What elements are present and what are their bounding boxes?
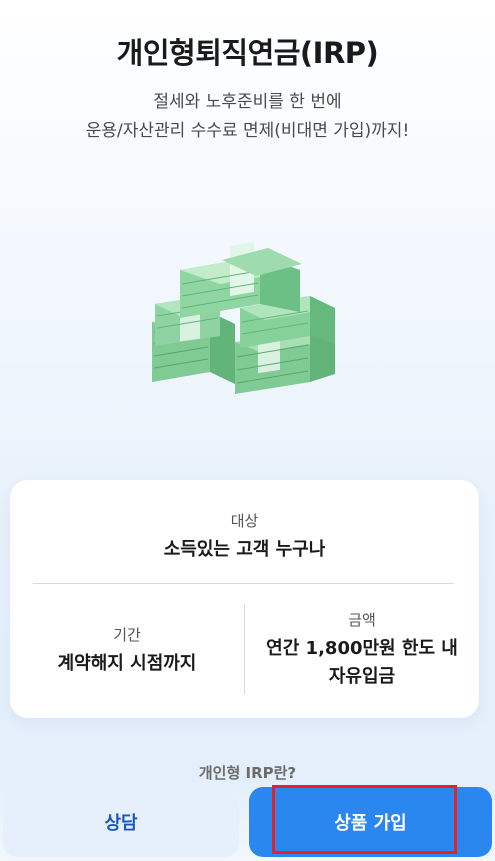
money-stack-icon: [140, 212, 355, 412]
consult-button[interactable]: 상담: [3, 787, 239, 857]
page-title: 개인형퇴직연금(IRP): [116, 36, 379, 70]
subtitle-line-1: 절세와 노후준비를 한 번에: [153, 92, 342, 112]
subtitle-line-2: 운용/자산관리 수수료 면제(비대면 가입)까지!: [85, 121, 410, 141]
amount-value: 연간 1,800만원 한도 내 자유입금: [245, 635, 479, 691]
period-section: 기간 계약해지 시점까지: [10, 584, 244, 718]
target-value: 소득있는 고객 누구나: [163, 539, 326, 560]
amount-value-line-2: 자유입금: [328, 666, 396, 687]
target-label: 대상: [230, 512, 259, 530]
amount-section: 금액 연간 1,800만원 한도 내 자유입금: [245, 584, 479, 718]
what-is-irp-link[interactable]: 개인형 IRP란?: [0, 762, 495, 783]
amount-value-line-1: 연간 1,800만원 한도 내: [266, 638, 458, 659]
period-value: 계약해지 시점까지: [57, 653, 197, 674]
amount-label: 금액: [348, 611, 376, 629]
target-section: 대상 소득있는 고객 누구나: [10, 480, 479, 583]
product-join-button[interactable]: 상품 가입: [249, 787, 492, 857]
page-subtitle: 절세와 노후준비를 한 번에 운용/자산관리 수수료 면제(비대면 가입)까지!: [0, 88, 495, 146]
period-label: 기간: [113, 626, 141, 644]
product-info-card: 대상 소득있는 고객 누구나 기간 계약해지 시점까지 금액 연간 1,800만…: [10, 480, 479, 718]
